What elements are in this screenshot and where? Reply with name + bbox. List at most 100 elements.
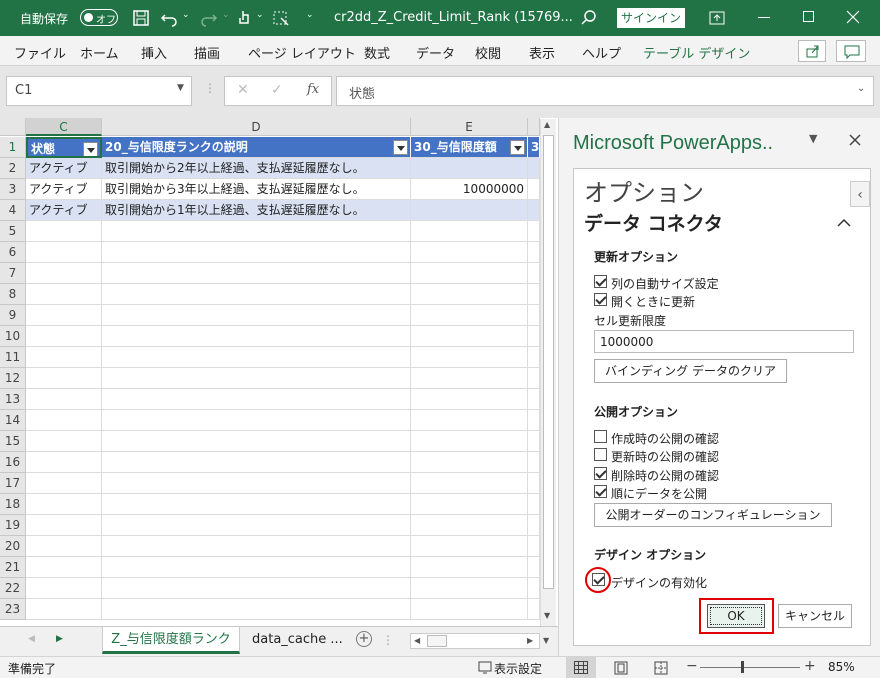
tab-page-layout[interactable]: ページ レイアウト (248, 43, 356, 62)
row-header[interactable]: 13 (0, 389, 26, 410)
table-header-cell[interactable]: 20_与信限度ランクの説明 (102, 137, 411, 158)
customize-qat-icon[interactable]: ⌄ (306, 10, 314, 20)
chevron-up-icon[interactable] (836, 217, 852, 227)
tab-data[interactable]: データ (416, 43, 455, 62)
empty-cell[interactable] (528, 221, 540, 242)
page-layout-icon[interactable] (614, 661, 628, 675)
sheet-tab[interactable]: data_cache ... (244, 627, 350, 654)
tab-review[interactable]: 校閲 (475, 43, 501, 62)
pane-options-icon[interactable]: ▼ (809, 132, 817, 145)
table-cell[interactable] (528, 179, 540, 200)
empty-cell[interactable] (26, 326, 102, 347)
row-header[interactable]: 15 (0, 431, 26, 452)
filter-dropdown-icon[interactable] (393, 140, 408, 155)
empty-cell[interactable] (411, 347, 528, 368)
row-header[interactable]: 9 (0, 305, 26, 326)
scroll-left-icon[interactable]: ◀ (414, 636, 420, 645)
table-header-cell[interactable]: 3 (528, 137, 540, 158)
empty-cell[interactable] (26, 557, 102, 578)
chevron-down-icon[interactable]: ▼ (177, 83, 184, 93)
empty-cell[interactable] (26, 242, 102, 263)
signin-button[interactable]: サインイン (617, 8, 685, 28)
scroll-down-icon[interactable]: ▼ (543, 636, 549, 645)
cancel-icon[interactable]: ✕ (237, 82, 249, 98)
empty-cell[interactable] (102, 557, 411, 578)
empty-cell[interactable] (528, 473, 540, 494)
publish-in-order-checkbox[interactable] (594, 485, 607, 498)
collapse-pane-icon[interactable]: ‹ (850, 181, 870, 207)
ribbon-display-icon[interactable] (708, 10, 726, 26)
empty-cell[interactable] (102, 389, 411, 410)
zoom-level[interactable]: 85% (828, 660, 855, 674)
auto-size-checkbox[interactable] (594, 275, 607, 288)
empty-cell[interactable] (411, 515, 528, 536)
zoom-out-icon[interactable]: − (686, 658, 698, 674)
empty-cell[interactable] (102, 221, 411, 242)
empty-cell[interactable] (411, 599, 528, 620)
table-cell[interactable]: 取引開始から3年以上経過、支払遅延履歴なし。 (102, 179, 411, 200)
minimize-icon[interactable] (758, 17, 770, 18)
table-cell[interactable] (528, 158, 540, 179)
empty-cell[interactable] (528, 326, 540, 347)
column-header-f[interactable] (528, 118, 540, 136)
empty-cell[interactable] (26, 389, 102, 410)
tab-file[interactable]: ファイル (14, 43, 66, 62)
table-header-cell[interactable]: 状態 (26, 137, 102, 158)
empty-cell[interactable] (528, 410, 540, 431)
empty-cell[interactable] (528, 305, 540, 326)
empty-cell[interactable] (528, 557, 540, 578)
select-icon[interactable] (272, 9, 290, 27)
empty-cell[interactable] (26, 494, 102, 515)
empty-cell[interactable] (102, 242, 411, 263)
table-header-cell[interactable]: 30_与信限度額 (411, 137, 528, 158)
empty-cell[interactable] (411, 494, 528, 515)
table-cell[interactable] (528, 200, 540, 221)
empty-cell[interactable] (26, 452, 102, 473)
next-sheet-icon[interactable]: ▶ (56, 634, 63, 644)
empty-cell[interactable] (528, 389, 540, 410)
empty-cell[interactable] (528, 368, 540, 389)
row-header[interactable]: 6 (0, 242, 26, 263)
empty-cell[interactable] (411, 431, 528, 452)
display-settings-icon[interactable] (478, 660, 492, 674)
empty-cell[interactable] (411, 452, 528, 473)
row-header[interactable]: 4 (0, 200, 26, 221)
page-break-icon[interactable] (654, 661, 668, 675)
empty-cell[interactable] (26, 410, 102, 431)
column-header-c[interactable]: C (26, 118, 102, 136)
empty-cell[interactable] (411, 305, 528, 326)
row-header[interactable]: 10 (0, 326, 26, 347)
share-button[interactable] (798, 40, 826, 62)
scroll-right-icon[interactable]: ▶ (527, 636, 533, 645)
empty-cell[interactable] (26, 536, 102, 557)
cell-refresh-limit-input[interactable]: 1000000 (594, 330, 854, 353)
table-cell[interactable]: アクティブ (26, 158, 102, 179)
table-cell[interactable] (411, 200, 528, 221)
empty-cell[interactable] (26, 515, 102, 536)
empty-cell[interactable] (528, 515, 540, 536)
tab-home[interactable]: ホーム (80, 43, 119, 62)
redo-dropdown-icon[interactable]: ⌄ (222, 10, 230, 20)
empty-cell[interactable] (411, 410, 528, 431)
empty-cell[interactable] (411, 368, 528, 389)
row-header[interactable]: 21 (0, 557, 26, 578)
comments-button[interactable] (836, 40, 866, 62)
enable-design-checkbox[interactable] (592, 573, 605, 586)
row-header[interactable]: 23 (0, 599, 26, 620)
empty-cell[interactable] (26, 368, 102, 389)
row-header[interactable]: 1 (0, 137, 26, 158)
empty-cell[interactable] (102, 578, 411, 599)
autosave-toggle[interactable]: オフ (80, 9, 118, 26)
empty-cell[interactable] (528, 263, 540, 284)
formula-input[interactable]: 状態 ⌄ (336, 76, 874, 106)
empty-cell[interactable] (102, 431, 411, 452)
row-header[interactable]: 5 (0, 221, 26, 242)
empty-cell[interactable] (102, 494, 411, 515)
empty-cell[interactable] (411, 242, 528, 263)
empty-cell[interactable] (102, 284, 411, 305)
empty-cell[interactable] (26, 599, 102, 620)
column-header-e[interactable]: E (411, 118, 528, 136)
empty-cell[interactable] (102, 536, 411, 557)
row-header[interactable]: 20 (0, 536, 26, 557)
empty-cell[interactable] (102, 368, 411, 389)
